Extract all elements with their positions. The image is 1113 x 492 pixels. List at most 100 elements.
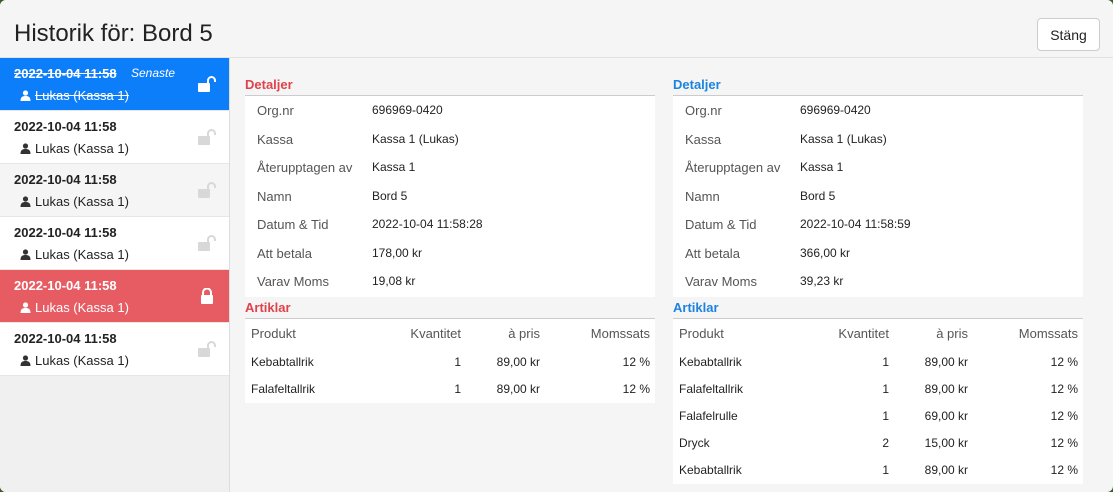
history-item-user: Lukas (Kassa 1) [20, 247, 129, 262]
table-cell: 12 % [1050, 382, 1078, 396]
history-list: 2022-10-04 11:58 Senaste Lukas (Kassa 1) 20… [0, 58, 230, 492]
detail-row: Namn Bord 5 [245, 182, 655, 210]
detail-label: Org.nr [685, 103, 722, 118]
history-item-user-name: Lukas (Kassa 1) [35, 88, 129, 103]
table-cell: Kebabtallrik [679, 355, 742, 369]
detail-row: Org.nr 696969-0420 [245, 96, 655, 124]
table-cell: 12 % [1050, 463, 1078, 477]
detail-value: Bord 5 [372, 188, 408, 203]
articles-table: Produkt Kvantitet à pris Momssats Kebabtallr… [245, 318, 655, 403]
detail-value: Kassa 1 (Lukas) [372, 131, 459, 146]
details-title: Detaljer [673, 77, 721, 92]
detail-row: Att betala 178,00 kr [245, 239, 655, 267]
table-cell: 12 % [1050, 355, 1078, 369]
latest-badge: Senaste [131, 66, 176, 80]
table-cell: Kebabtallrik [679, 463, 742, 477]
table-cell: 15,00 kr [924, 436, 968, 450]
table-cell: 12 % [622, 382, 650, 396]
lock-open-icon [198, 341, 216, 357]
history-item[interactable]: 2022-10-04 11:58 Lukas (Kassa 1) [0, 111, 229, 164]
history-item[interactable]: 2022-10-04 11:58 Lukas (Kassa 1) [0, 164, 229, 217]
details-title: Detaljer [245, 77, 293, 92]
detail-row: Återupptagen av Kassa 1 [673, 153, 1083, 181]
close-button[interactable]: Stäng [1037, 18, 1100, 51]
detail-value: 366,00 kr [800, 245, 851, 260]
table-cell: 1 [882, 355, 889, 369]
detail-value: Kassa 1 [372, 160, 416, 174]
detail-value: 178,00 kr [372, 245, 423, 260]
detail-label: Datum & Tid [257, 217, 329, 232]
history-item-user-name: Lukas (Kassa 1) [35, 194, 129, 209]
history-item[interactable]: 2022-10-04 11:58 Lukas (Kassa 1) [0, 217, 229, 270]
table-cell: Falafeltallrik [251, 382, 316, 396]
history-item[interactable]: 2022-10-04 11:58 Lukas (Kassa 1) [0, 323, 229, 376]
history-item-user-name: Lukas (Kassa 1) [35, 300, 129, 315]
column-header: Produkt [251, 326, 296, 341]
detail-value: 2022-10-04 11:58:28 [372, 217, 483, 231]
history-item-user: Lukas (Kassa 1) [20, 88, 129, 103]
detail-value: 39,23 kr [800, 274, 844, 288]
history-item-date: 2022-10-04 11:58 [14, 119, 117, 134]
detail-value: 696969-0420 [800, 103, 871, 117]
table-cell: Falafeltallrik [679, 382, 744, 396]
column-header: Momssats [590, 326, 650, 341]
history-item-date: 2022-10-04 11:58 [14, 225, 117, 240]
table-cell: 89,00 kr [496, 382, 540, 396]
detail-label: Kassa [257, 131, 294, 147]
column-header: Kvantitet [410, 326, 461, 341]
column-header: Produkt [679, 326, 724, 341]
detail-label: Org.nr [257, 103, 294, 118]
detail-row: Org.nr 696969-0420 [673, 96, 1083, 124]
detail-value: 696969-0420 [372, 103, 443, 117]
detail-value: Kassa 1 (Lukas) [800, 131, 887, 146]
history-item[interactable]: 2022-10-04 11:58 Lukas (Kassa 1) [0, 270, 229, 323]
history-item-user: Lukas (Kassa 1) [20, 141, 129, 156]
detail-label: Datum & Tid [685, 217, 757, 232]
detail-label: Varav Moms [685, 274, 757, 289]
detail-label: Kassa [685, 131, 722, 147]
table-cell: 89,00 kr [924, 382, 968, 396]
detail-row: Kassa Kassa 1 (Lukas) [245, 125, 655, 153]
lock-closed-icon [198, 287, 216, 304]
detail-label: Återupptagen av [257, 160, 353, 175]
detail-value: Kassa 1 [800, 160, 844, 174]
history-item-date: 2022-10-04 11:58 [14, 66, 117, 81]
history-item-user-name: Lukas (Kassa 1) [35, 141, 129, 156]
user-icon [20, 301, 31, 313]
details-table: Org.nr 696969-0420 Kassa Kassa 1 (Lukas) Åte… [245, 95, 655, 297]
modal-header: Historik för: Bord 5 Stäng [0, 0, 1113, 58]
table-cell: 1 [882, 463, 889, 477]
table-cell: 2 [882, 436, 889, 450]
table-cell: Falafelrulle [679, 409, 738, 423]
detail-row: Datum & Tid 2022-10-04 11:58:59 [673, 210, 1083, 238]
history-item-date: 2022-10-04 11:58 [14, 278, 117, 293]
table-cell: 1 [882, 382, 889, 396]
history-item-user-name: Lukas (Kassa 1) [35, 353, 129, 368]
history-item-user: Lukas (Kassa 1) [20, 300, 129, 315]
articles-table: Produkt Kvantitet à pris Momssats Kebabtallr… [673, 318, 1083, 484]
column-header: Momssats [1018, 326, 1078, 341]
articles-title: Artiklar [245, 300, 291, 315]
detail-row: Återupptagen av Kassa 1 [245, 153, 655, 181]
detail-value: Bord 5 [800, 188, 836, 203]
table-cell: 89,00 kr [924, 463, 968, 477]
detail-label: Att betala [685, 245, 740, 261]
table-cell: 89,00 kr [496, 355, 540, 369]
table-cell: Kebabtallrik [251, 355, 314, 369]
history-item-user: Lukas (Kassa 1) [20, 194, 129, 209]
table-cell: 1 [454, 355, 461, 369]
modal-title: Historik för: Bord 5 [14, 20, 213, 47]
user-icon [20, 142, 31, 154]
detail-label: Återupptagen av [685, 160, 781, 175]
column-header: à pris [936, 326, 968, 341]
user-icon [20, 89, 31, 101]
history-item[interactable]: 2022-10-04 11:58 Senaste Lukas (Kassa 1) [0, 58, 229, 111]
lock-open-icon [198, 235, 216, 251]
detail-row: Varav Moms 19,08 kr [245, 267, 655, 295]
table-cell: 69,00 kr [924, 409, 968, 423]
user-icon [20, 354, 31, 366]
table-cell: Dryck [679, 436, 710, 450]
detail-label: Namn [685, 188, 720, 204]
history-modal: Historik för: Bord 5 Stäng 2022-10-04 11… [0, 0, 1113, 492]
lock-open-icon [198, 129, 216, 145]
